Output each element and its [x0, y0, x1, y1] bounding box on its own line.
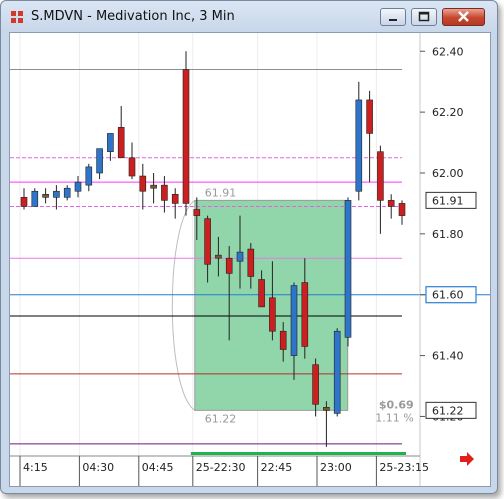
- maximize-button[interactable]: [411, 8, 437, 26]
- candle-body: [182, 69, 190, 204]
- price-marker-label: 61.91: [432, 194, 464, 207]
- candle-body: [355, 99, 363, 192]
- x-tick-label: 04:45: [142, 461, 174, 474]
- candle-body: [258, 279, 265, 308]
- candle-body: [31, 190, 39, 207]
- y-tick-label: 61.80: [432, 228, 464, 241]
- candle-body: [312, 364, 319, 405]
- price-marker-label: 61.60: [432, 289, 464, 302]
- chart-window: S.MDVN - Medivation Inc, 3 Min 61.91 61.2…: [0, 0, 498, 494]
- x-tick-label: 25-23:15: [379, 461, 429, 474]
- candle-body: [279, 330, 287, 350]
- candle-body: [107, 133, 114, 152]
- candle-body: [171, 193, 179, 204]
- candle-body: [236, 251, 244, 262]
- measure-change-label: $0.69: [379, 398, 414, 411]
- candle-body: [74, 181, 82, 192]
- candlestick-chart[interactable]: 61.91 61.22 $0.691.11 % 62.40 62.20 62.00 61.8…: [10, 33, 490, 486]
- y-tick-label: 61.40: [432, 350, 464, 363]
- restore-icon: [418, 11, 430, 22]
- price-chart[interactable]: 61.91 61.22 $0.69 1.11 % 62.40 62.20 62.00 61.8…: [9, 32, 491, 487]
- candle-body: [85, 166, 93, 186]
- candle-body: [333, 330, 341, 414]
- minimize-icon: [389, 19, 397, 21]
- candle-body: [290, 285, 298, 356]
- title-bar[interactable]: S.MDVN - Medivation Inc, 3 Min: [1, 1, 497, 31]
- candle-body: [20, 197, 28, 207]
- candle-body: [53, 190, 60, 198]
- y-tick-label: 62.00: [432, 167, 464, 180]
- candle-body: [344, 200, 352, 338]
- candle-body: [301, 282, 309, 347]
- scroll-right-arrow-icon[interactable]: [459, 452, 475, 466]
- x-tick-label: 25-22:30: [196, 461, 246, 474]
- candle-body: [247, 248, 255, 277]
- x-tick-label: 4:15: [23, 461, 48, 474]
- y-tick-label: 62.20: [432, 106, 464, 119]
- candle-body: [398, 203, 406, 216]
- candle-body: [193, 209, 201, 216]
- y-tick-label: 62.40: [432, 45, 464, 58]
- candle-body: [323, 407, 330, 411]
- close-button[interactable]: [442, 8, 485, 26]
- price-marker-label: 61.22: [432, 404, 464, 417]
- window-title: S.MDVN - Medivation Inc, 3 Min: [31, 9, 235, 24]
- x-tick-label: 23:00: [320, 461, 352, 474]
- measure-bracket: [171, 199, 196, 411]
- measure-top-label: 61.91: [205, 186, 237, 199]
- candle-body: [42, 193, 49, 198]
- candle-body: [96, 148, 103, 174]
- candle-body: [377, 151, 384, 201]
- candle-body: [139, 175, 147, 192]
- candle-body: [161, 184, 168, 201]
- candle-body: [387, 200, 395, 207]
- candle-body: [150, 184, 157, 189]
- candle-body: [204, 218, 211, 265]
- candle-body: [366, 99, 373, 134]
- candle-body: [269, 297, 276, 332]
- app-icon: [11, 11, 23, 23]
- candle-body: [128, 157, 136, 177]
- candle-body: [215, 254, 222, 259]
- close-icon: [458, 11, 469, 22]
- session-bar: [190, 452, 406, 455]
- candle-body: [225, 257, 233, 274]
- x-tick-label: 04:30: [82, 461, 114, 474]
- measure-bottom-label: 61.22: [205, 412, 237, 425]
- candle-body: [117, 127, 125, 159]
- x-tick-label: 22:45: [261, 461, 293, 474]
- minimize-button[interactable]: [380, 8, 406, 26]
- measure-change-pct-label: 1.11 %: [375, 411, 413, 424]
- candle-body: [63, 187, 71, 198]
